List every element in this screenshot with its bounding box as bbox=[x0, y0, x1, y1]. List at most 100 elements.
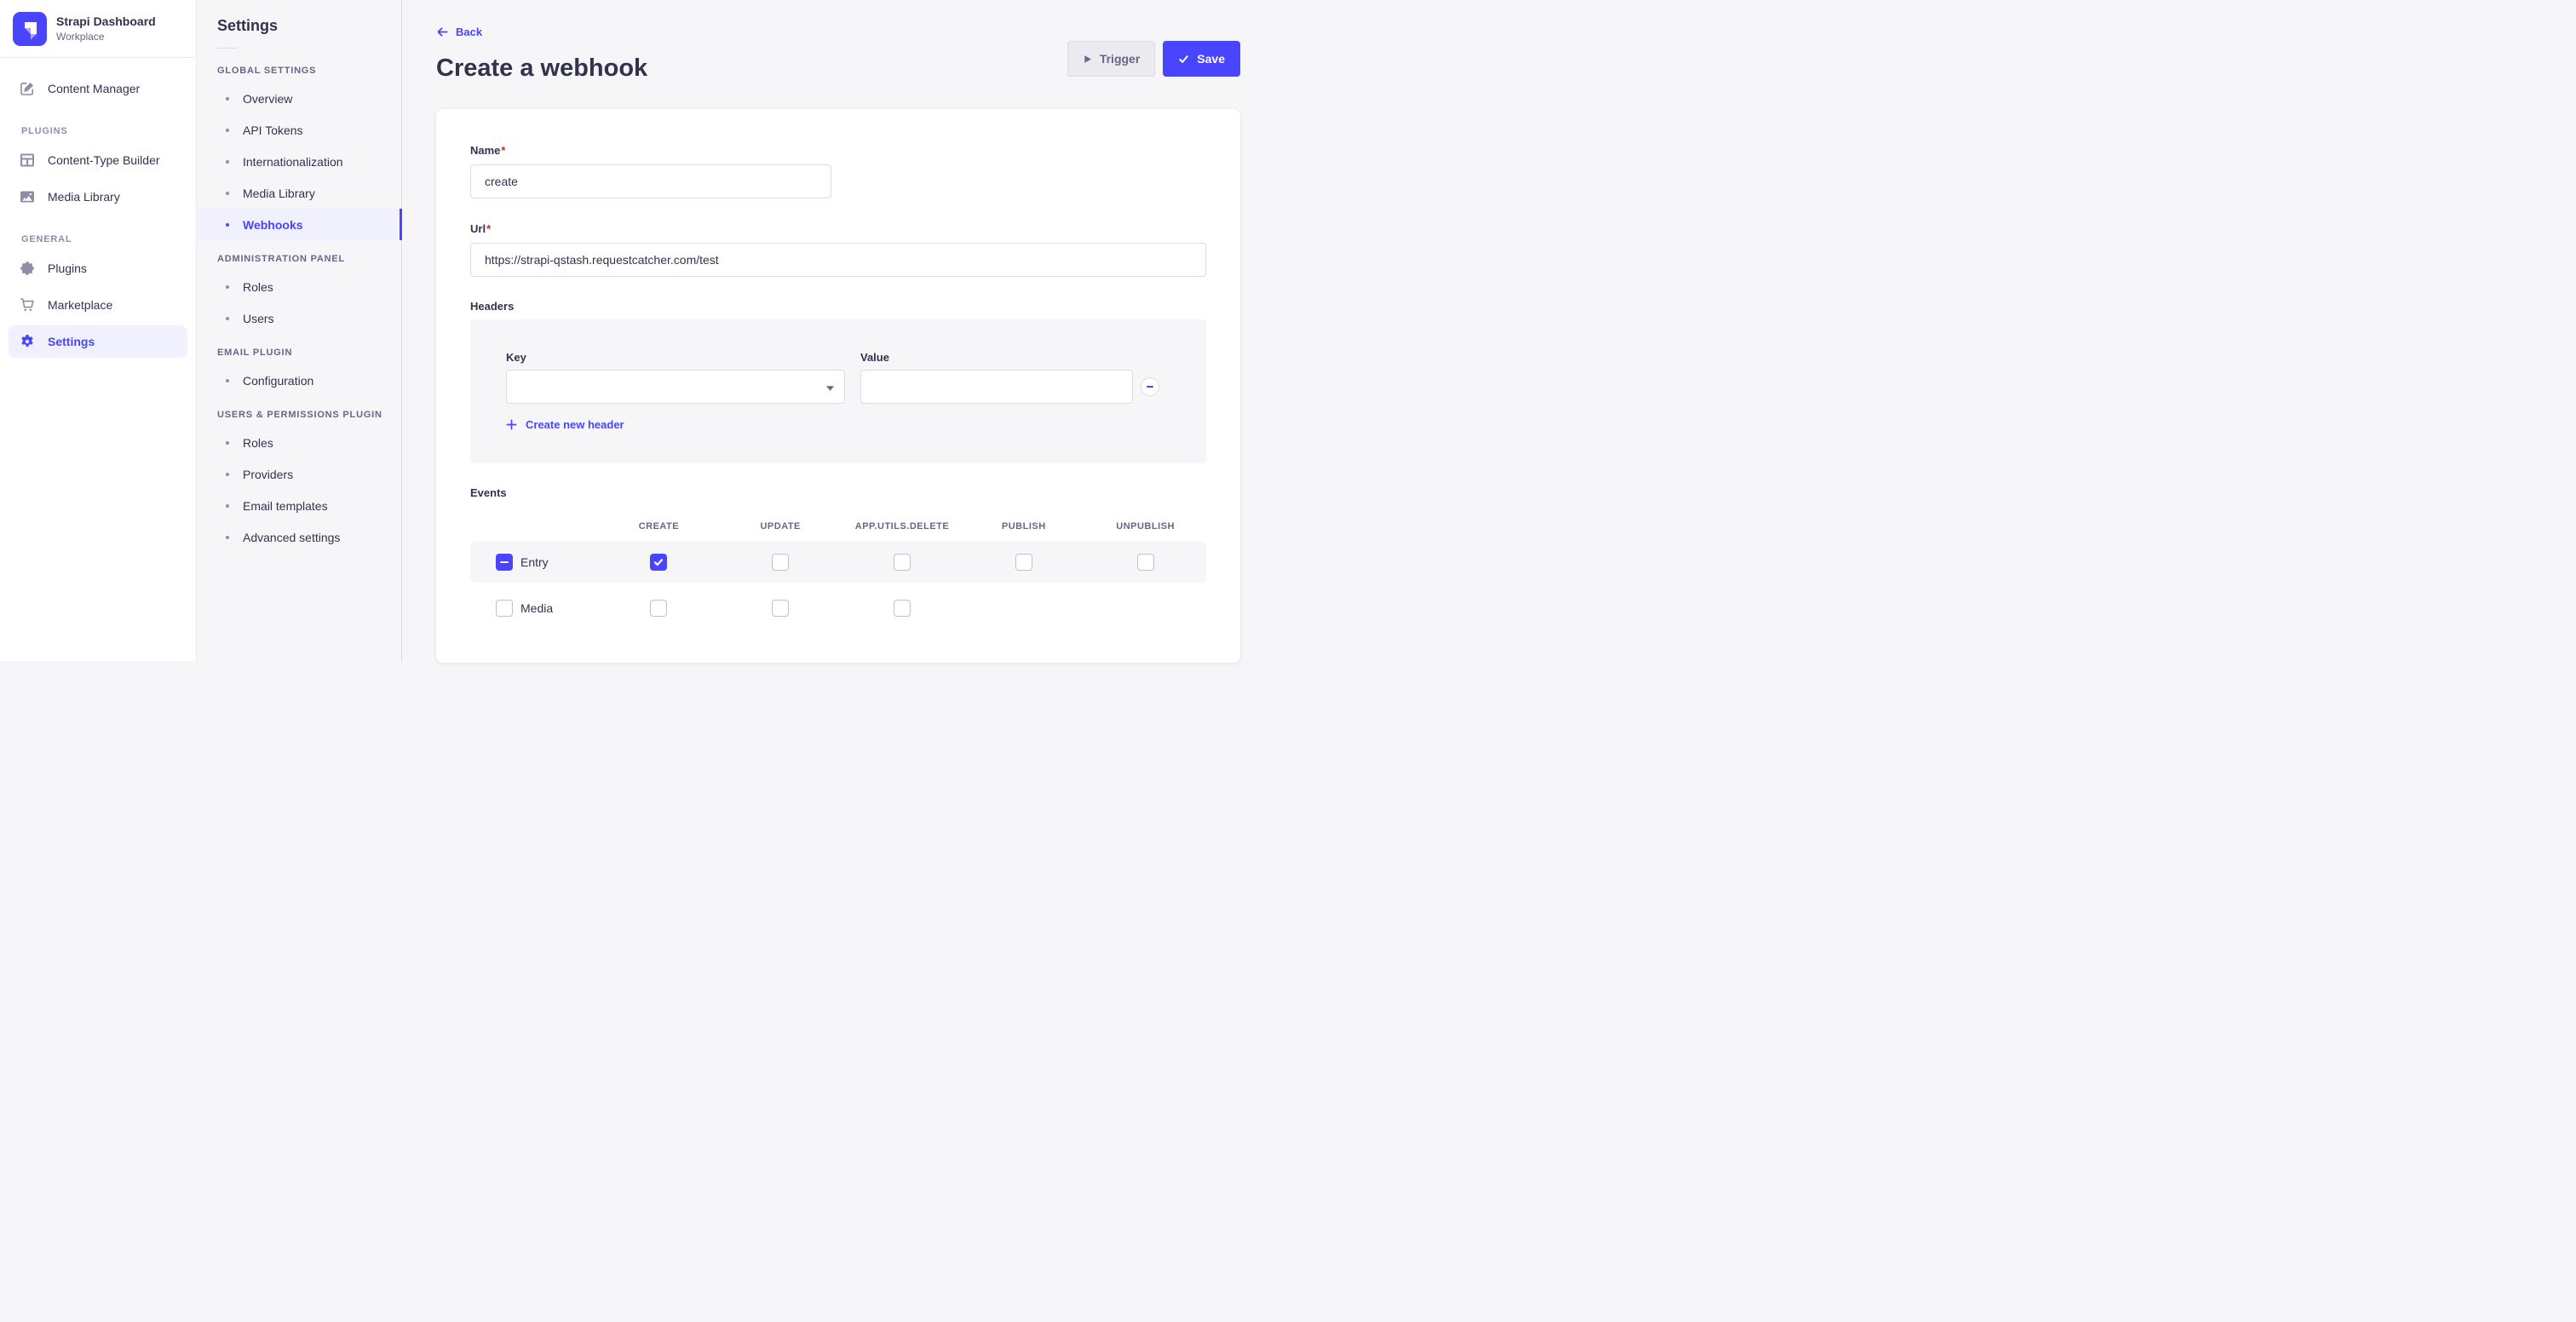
subnav-item-label: Users bbox=[243, 312, 274, 325]
url-input[interactable] bbox=[470, 243, 1206, 277]
subnav-section-title: USERS & PERMISSIONS PLUGIN bbox=[197, 396, 401, 427]
required-asterisk: * bbox=[486, 222, 491, 235]
bullet-icon bbox=[226, 97, 229, 101]
subnav-item-providers[interactable]: Providers bbox=[197, 458, 401, 490]
key-label: Key bbox=[506, 351, 845, 364]
trigger-button[interactable]: Trigger bbox=[1067, 41, 1155, 77]
header-value-column: Value bbox=[860, 351, 1133, 404]
subnav-section-title: GLOBAL SETTINGS bbox=[197, 52, 401, 83]
sidebar-item-plugins[interactable]: Plugins bbox=[9, 252, 187, 285]
bullet-icon bbox=[226, 285, 229, 289]
key-select[interactable] bbox=[506, 370, 845, 404]
back-label: Back bbox=[456, 26, 482, 38]
subnav-item-api-tokens[interactable]: API Tokens bbox=[197, 114, 401, 146]
webhook-form-card: Name* Url* Headers Key bbox=[436, 109, 1240, 663]
value-input[interactable] bbox=[860, 370, 1133, 404]
event-checkbox-entry-unpublish[interactable] bbox=[1137, 554, 1154, 571]
bullet-icon bbox=[226, 441, 229, 445]
subnav-item-internationalization[interactable]: Internationalization bbox=[197, 146, 401, 177]
event-checkbox-entry-app.utils.delete[interactable] bbox=[894, 554, 911, 571]
sidebar-item-label: Media Library bbox=[48, 190, 120, 204]
app-sidebar: Strapi Dashboard Workplace Content Manag… bbox=[0, 0, 197, 661]
subnav-item-advanced-settings[interactable]: Advanced settings bbox=[197, 521, 401, 553]
puzzle-icon bbox=[19, 260, 36, 277]
name-label: Name* bbox=[470, 144, 505, 157]
subnav-item-overview[interactable]: Overview bbox=[197, 83, 401, 114]
back-link[interactable]: Back bbox=[436, 26, 482, 38]
subnav-item-label: Roles bbox=[243, 280, 273, 294]
header-key-value-row: Key Value bbox=[506, 351, 1189, 404]
sidebar-item-media-library[interactable]: Media Library bbox=[9, 181, 187, 213]
sidebar-item-settings[interactable]: Settings bbox=[9, 325, 187, 358]
events-cell bbox=[720, 554, 842, 571]
plus-icon bbox=[506, 419, 517, 430]
headers-panel: Key Value bbox=[470, 319, 1206, 463]
strapi-logo-icon bbox=[13, 12, 47, 46]
bullet-icon bbox=[226, 317, 229, 320]
headers-section: Headers Key Value bbox=[470, 300, 1206, 463]
pen-icon bbox=[19, 80, 36, 97]
subnav-item-configuration[interactable]: Configuration bbox=[197, 365, 401, 396]
subnav-title: Settings bbox=[197, 0, 401, 35]
subnav-item-email-templates[interactable]: Email templates bbox=[197, 490, 401, 521]
subnav-item-users[interactable]: Users bbox=[197, 302, 401, 334]
subnav-item-label: API Tokens bbox=[243, 124, 303, 137]
header-actions: Trigger Save bbox=[1067, 41, 1240, 77]
headers-label: Headers bbox=[470, 300, 1206, 313]
workspace-header[interactable]: Strapi Dashboard Workplace bbox=[0, 0, 196, 57]
subnav-section-title: ADMINISTRATION PANEL bbox=[197, 240, 401, 271]
minus-icon bbox=[500, 561, 509, 564]
sidebar-item-content-manager[interactable]: Content Manager bbox=[9, 72, 187, 105]
subnav-item-label: Roles bbox=[243, 436, 273, 450]
event-checkbox-entry-publish[interactable] bbox=[1015, 554, 1032, 571]
subnav-item-label: Configuration bbox=[243, 374, 313, 388]
value-label: Value bbox=[860, 351, 1133, 364]
events-cell bbox=[963, 554, 1084, 571]
subnav-item-webhooks[interactable]: Webhooks bbox=[197, 209, 401, 240]
event-checkbox-media-update[interactable] bbox=[772, 600, 789, 617]
subnav-item-roles[interactable]: Roles bbox=[197, 271, 401, 302]
bullet-icon bbox=[226, 129, 229, 132]
create-new-header-button[interactable]: Create new header bbox=[506, 418, 624, 431]
subnav-section-title: EMAIL PLUGIN bbox=[197, 334, 401, 365]
sidebar-section-title: GENERAL bbox=[0, 217, 196, 248]
chevron-down-icon[interactable] bbox=[826, 386, 834, 391]
sidebar-item-content-type-builder[interactable]: Content-Type Builder bbox=[9, 144, 187, 176]
event-checkbox-media-create[interactable] bbox=[650, 600, 667, 617]
event-checkbox-entry-update[interactable] bbox=[772, 554, 789, 571]
events-cell bbox=[598, 554, 720, 571]
event-checkbox-media-app.utils.delete[interactable] bbox=[894, 600, 911, 617]
events-row-label-cell: Media bbox=[470, 600, 598, 617]
save-button-label: Save bbox=[1197, 52, 1225, 66]
subnav-item-label: Media Library bbox=[243, 187, 315, 200]
back-row: Back bbox=[436, 26, 1240, 43]
row-checkbox-entry[interactable] bbox=[496, 554, 513, 571]
events-cell bbox=[842, 554, 963, 571]
name-field: Name* bbox=[470, 143, 1206, 198]
sidebar-item-marketplace[interactable]: Marketplace bbox=[9, 289, 187, 321]
bullet-icon bbox=[226, 379, 229, 382]
bullet-icon bbox=[226, 192, 229, 195]
url-label: Url* bbox=[470, 222, 491, 235]
save-button[interactable]: Save bbox=[1163, 41, 1240, 77]
main-content: Back Create a webhook Trigger Save Name*… bbox=[402, 0, 1288, 661]
events-column-header: PUBLISH bbox=[963, 521, 1084, 532]
events-table: CREATEUPDATEAPP.UTILS.DELETEPUBLISHUNPUB… bbox=[470, 511, 1206, 629]
sidebar-item-label: Content-Type Builder bbox=[48, 153, 160, 167]
remove-header-button[interactable] bbox=[1141, 377, 1159, 396]
subnav-item-up-roles[interactable]: Roles bbox=[197, 427, 401, 458]
sidebar-item-label: Content Manager bbox=[48, 82, 140, 95]
url-field: Url* bbox=[470, 221, 1206, 277]
subnav-item-media-library[interactable]: Media Library bbox=[197, 177, 401, 209]
events-section: Events CREATEUPDATEAPP.UTILS.DELETEPUBLI… bbox=[470, 486, 1206, 629]
create-new-header-label: Create new header bbox=[526, 418, 624, 431]
bullet-icon bbox=[226, 504, 229, 508]
trigger-button-label: Trigger bbox=[1100, 52, 1140, 66]
row-checkbox-media[interactable] bbox=[496, 600, 513, 617]
bullet-icon bbox=[226, 160, 229, 164]
event-checkbox-entry-create[interactable] bbox=[650, 554, 667, 571]
name-input[interactable] bbox=[470, 164, 831, 198]
check-icon bbox=[1178, 54, 1189, 65]
subnav-sections: GLOBAL SETTINGSOverview API Tokens Interna… bbox=[197, 52, 401, 553]
events-cell bbox=[1084, 554, 1206, 571]
